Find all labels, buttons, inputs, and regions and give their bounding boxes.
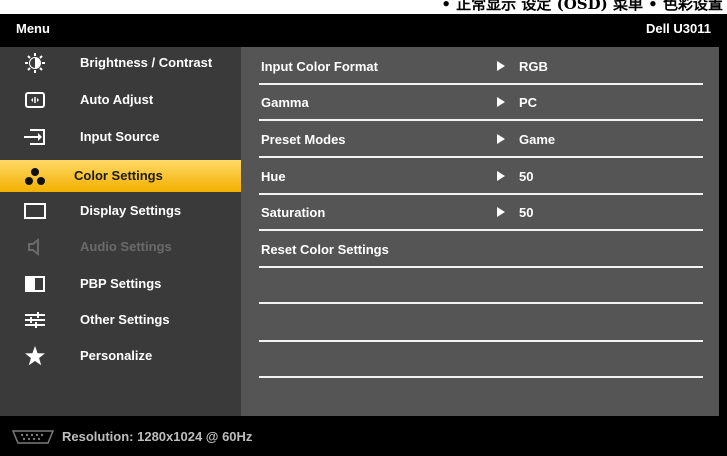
sidebar-item-label: Other Settings [80,312,170,327]
display-settings-icon [24,203,46,219]
setting-value: RGB [519,59,548,74]
sidebar-item-brightness-contrast[interactable]: Brightness / Contrast [0,47,241,79]
sidebar-item-display-settings[interactable]: Display Settings [0,195,241,227]
setting-value: PC [519,95,538,110]
sidebar-item-pbp-settings[interactable]: PBP Settings [0,268,241,300]
setting-label: Input Color Format [261,59,378,74]
star-icon [25,346,45,366]
pbp-settings-icon [25,276,45,292]
setting-value: 50 [519,169,534,184]
menu-title: Menu [16,21,50,36]
setting-label: Reset Color Settings [261,242,389,257]
page-edge-text: • 正常显示 设定 (OSD) 菜单 • 色彩设置 [441,0,723,13]
audio-settings-icon [28,237,39,257]
setting-row-hue[interactable]: Hue 50 [259,159,703,195]
setting-row-input-color-format[interactable]: Input Color Format RGB [259,49,703,85]
setting-row-empty [259,268,703,304]
sidebar-item-label: Display Settings [80,203,182,218]
setting-label: Preset Modes [261,132,346,147]
other-settings-icon [25,312,45,328]
monitor-model: Dell U3011 [645,21,711,36]
sidebar: Brightness / Contrast Auto Adjust Input … [0,47,241,416]
status-bar: Resolution: 1280x1024 @ 60Hz [0,416,727,456]
setting-row-empty [259,342,703,378]
sidebar-item-label: Auto Adjust [80,92,154,107]
setting-value: 50 [519,205,534,220]
setting-label: Saturation [261,205,326,220]
title-bar: Menu Dell U3011 [0,14,727,44]
arrow-right-icon [497,134,505,144]
sidebar-item-label: Audio Settings [80,239,172,254]
sidebar-item-input-source[interactable]: Input Source [0,121,241,153]
arrow-right-icon [497,207,505,217]
setting-label: Gamma [261,95,309,110]
setting-label: Hue [261,169,286,184]
sidebar-item-label: Personalize [80,348,153,363]
sidebar-item-label: PBP Settings [80,276,162,291]
setting-row-gamma[interactable]: Gamma PC [259,85,703,121]
sidebar-item-color-settings[interactable]: Color Settings [0,160,241,192]
arrow-right-icon [497,61,505,71]
sidebar-item-other-settings[interactable]: Other Settings [0,304,241,336]
settings-panel: Input Color Format RGB Gamma PC Preset M… [241,47,719,416]
resolution-status: Resolution: 1280x1024 @ 60Hz [62,429,253,444]
sidebar-item-personalize[interactable]: Personalize [0,340,241,372]
setting-row-preset-modes[interactable]: Preset Modes Game [259,122,703,158]
sidebar-item-auto-adjust[interactable]: Auto Adjust [0,84,241,116]
sidebar-item-label: Input Source [80,129,160,144]
setting-row-saturation[interactable]: Saturation 50 [259,195,703,231]
setting-row-reset-color-settings[interactable]: Reset Color Settings [259,232,703,268]
sidebar-item-label: Brightness / Contrast [80,55,213,70]
sidebar-item-label: Color Settings [74,168,163,183]
arrow-right-icon [497,171,505,181]
arrow-right-icon [497,97,505,107]
auto-adjust-icon [25,92,45,108]
color-settings-icon [25,168,45,185]
setting-value: Game [519,132,556,147]
page-top-edge: • 正常显示 设定 (OSD) 菜单 • 色彩设置 [0,0,727,14]
input-source-icon [24,129,45,145]
brightness-icon [25,53,45,73]
osd-menu: Menu Dell U3011 Brightness / Contrast Au… [0,14,727,456]
sidebar-item-audio-settings: Audio Settings [0,231,241,263]
vga-connector-icon [11,430,55,444]
setting-row-empty [259,306,703,342]
